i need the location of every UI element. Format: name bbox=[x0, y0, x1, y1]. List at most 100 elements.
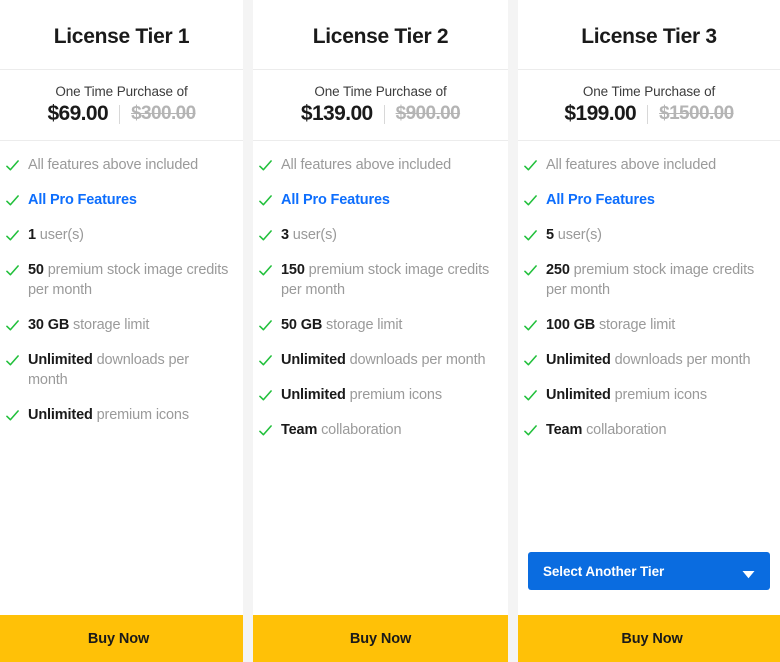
feature-detail: storage limit bbox=[595, 317, 676, 333]
price-original-strikethrough: $300.00 bbox=[131, 103, 196, 124]
feature-emphasis: 1 bbox=[28, 227, 36, 243]
feature-item: 1 user(s) bbox=[6, 225, 231, 245]
check-icon bbox=[6, 194, 19, 208]
check-icon bbox=[6, 409, 19, 423]
feature-emphasis: All Pro Features bbox=[281, 192, 390, 208]
feature-item: Unlimited premium icons bbox=[6, 405, 231, 425]
check-icon bbox=[259, 354, 272, 368]
feature-label: 50 GB storage limit bbox=[281, 315, 402, 335]
check-icon bbox=[524, 159, 537, 173]
feature-label: 250 premium stock image credits per mont… bbox=[546, 260, 768, 300]
card-header: License Tier 1 One Time Purchase of $69.00… bbox=[0, 3, 243, 141]
feature-label: Unlimited premium icons bbox=[546, 385, 707, 405]
buy-now-button[interactable]: Buy Now bbox=[518, 615, 780, 662]
feature-item: All Pro Features bbox=[524, 190, 768, 210]
feature-link-label[interactable]: All Pro Features bbox=[546, 190, 655, 210]
feature-label: Unlimited premium icons bbox=[28, 405, 189, 425]
card-footer-spacer bbox=[0, 606, 243, 615]
check-icon bbox=[524, 389, 537, 403]
feature-detail: user(s) bbox=[288, 227, 337, 243]
feature-emphasis: Team bbox=[546, 422, 583, 438]
feature-detail: user(s) bbox=[35, 227, 84, 243]
pricing-table: License Tier 1 One Time Purchase of $69.00… bbox=[0, 0, 780, 662]
feature-item: Team collaboration bbox=[259, 420, 496, 440]
feature-label: Unlimited downloads per month bbox=[546, 350, 751, 370]
feature-detail: premium icons bbox=[610, 387, 707, 403]
feature-detail: All features above included bbox=[28, 157, 199, 173]
feature-item: 50 GB storage limit bbox=[259, 315, 496, 335]
feature-label: 150 premium stock image credits per mont… bbox=[281, 260, 496, 300]
feature-emphasis: Unlimited bbox=[281, 387, 346, 403]
check-icon bbox=[524, 319, 537, 333]
card-title: License Tier 3 bbox=[518, 3, 780, 70]
card-header: License Tier 2 One Time Purchase of $139.0… bbox=[253, 3, 508, 141]
feature-item: All features above included bbox=[6, 155, 231, 175]
select-tier-label: Select Another Tier bbox=[543, 563, 665, 579]
feature-label: 30 GB storage limit bbox=[28, 315, 149, 335]
feature-label: 3 user(s) bbox=[281, 225, 337, 245]
feature-item: All features above included bbox=[259, 155, 496, 175]
feature-item: Unlimited premium icons bbox=[259, 385, 496, 405]
feature-emphasis: Team bbox=[281, 422, 318, 438]
feature-detail: user(s) bbox=[553, 227, 602, 243]
feature-label: 50 premium stock image credits per month bbox=[28, 260, 231, 300]
feature-item: 5 user(s) bbox=[524, 225, 768, 245]
feature-item: Unlimited downloads per month bbox=[524, 350, 768, 370]
check-icon bbox=[6, 319, 19, 333]
feature-item: Unlimited downloads per month bbox=[259, 350, 496, 370]
check-icon bbox=[524, 229, 537, 243]
feature-list: All features above included All Pro Featu… bbox=[0, 141, 243, 606]
card-footer-spacer bbox=[253, 606, 508, 615]
feature-emphasis: 30 GB bbox=[28, 317, 70, 333]
price-original-strikethrough: $1500.00 bbox=[659, 103, 734, 124]
feature-emphasis: 150 bbox=[281, 262, 305, 278]
price-block: One Time Purchase of $139.00 $900.00 bbox=[253, 70, 508, 141]
feature-link-label[interactable]: All Pro Features bbox=[28, 190, 137, 210]
card-header: License Tier 3 One Time Purchase of $199.0… bbox=[518, 3, 780, 141]
feature-item: 30 GB storage limit bbox=[6, 315, 231, 335]
feature-emphasis: Unlimited bbox=[28, 407, 93, 423]
feature-label: Team collaboration bbox=[546, 420, 667, 440]
feature-item: Team collaboration bbox=[524, 420, 768, 440]
feature-detail: premium stock image credits per month bbox=[281, 262, 490, 298]
feature-label: Unlimited downloads per month bbox=[281, 350, 486, 370]
check-icon bbox=[6, 354, 19, 368]
check-icon bbox=[6, 159, 19, 173]
feature-detail: All features above included bbox=[281, 157, 452, 173]
feature-emphasis: Unlimited bbox=[281, 352, 346, 368]
pricing-card-tier-3: License Tier 3 One Time Purchase of $199.0… bbox=[518, 0, 780, 662]
feature-item: Unlimited premium icons bbox=[524, 385, 768, 405]
price-original-strikethrough: $900.00 bbox=[395, 103, 461, 124]
feature-detail: storage limit bbox=[322, 317, 403, 333]
price-caption: One Time Purchase of bbox=[314, 84, 447, 99]
feature-link-label[interactable]: All Pro Features bbox=[281, 190, 390, 210]
feature-detail: All features above included bbox=[546, 157, 717, 173]
buy-now-button[interactable]: Buy Now bbox=[0, 615, 243, 662]
check-icon bbox=[524, 194, 537, 208]
feature-label: All features above included bbox=[546, 155, 716, 175]
feature-emphasis: 250 bbox=[546, 262, 570, 278]
feature-emphasis: 50 GB bbox=[281, 317, 323, 333]
feature-detail: downloads per month bbox=[345, 352, 486, 368]
price-current: $139.00 bbox=[300, 102, 373, 125]
feature-item: All Pro Features bbox=[6, 190, 231, 210]
feature-label: 5 user(s) bbox=[546, 225, 602, 245]
feature-detail: collaboration bbox=[582, 422, 667, 438]
feature-emphasis: Unlimited bbox=[546, 352, 611, 368]
feature-detail: downloads per month bbox=[610, 352, 751, 368]
price-current: $69.00 bbox=[47, 102, 109, 125]
feature-detail: premium stock image credits per month bbox=[546, 262, 755, 298]
feature-emphasis: Unlimited bbox=[28, 352, 93, 368]
feature-label: Team collaboration bbox=[281, 420, 402, 440]
select-another-tier-dropdown[interactable]: Select Another Tier bbox=[528, 552, 770, 590]
card-title: License Tier 1 bbox=[0, 3, 243, 70]
chevron-down-icon bbox=[742, 567, 755, 578]
check-icon bbox=[259, 424, 272, 438]
price-block: One Time Purchase of $199.00 $1500.00 bbox=[518, 70, 780, 141]
check-icon bbox=[524, 424, 537, 438]
feature-item: All Pro Features bbox=[259, 190, 496, 210]
feature-emphasis: All Pro Features bbox=[546, 192, 655, 208]
feature-detail: premium icons bbox=[345, 387, 442, 403]
check-icon bbox=[259, 389, 272, 403]
buy-now-button[interactable]: Buy Now bbox=[253, 615, 508, 662]
